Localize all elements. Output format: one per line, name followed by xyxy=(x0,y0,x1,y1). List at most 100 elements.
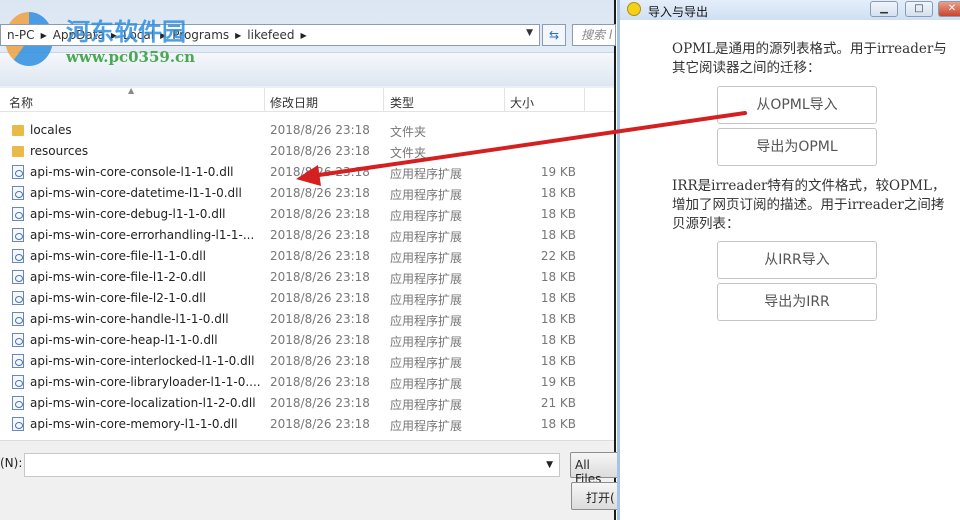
column-date[interactable]: 修改日期 xyxy=(270,94,318,111)
dll-file-icon xyxy=(12,270,24,284)
file-name: api-ms-win-core-datetime-l1-1-0.dll xyxy=(30,186,242,200)
filetype-select[interactable]: All Files xyxy=(570,452,620,486)
file-type: 应用程序扩展 xyxy=(390,251,463,265)
file-row[interactable]: api-ms-win-core-libraryloader-l1-1-0....… xyxy=(0,372,614,393)
file-name: api-ms-win-core-file-l1-1-0.dll xyxy=(30,249,206,263)
file-name: locales xyxy=(30,123,72,137)
file-date: 2018/8/26 23:18 xyxy=(270,249,370,263)
dll-file-icon xyxy=(12,207,24,221)
file-name: api-ms-win-core-memory-l1-1-0.dll xyxy=(30,417,238,431)
column-type[interactable]: 类型 xyxy=(390,94,414,111)
chevron-down-icon[interactable]: ▼ xyxy=(546,460,553,470)
minimize-icon[interactable]: ▁ xyxy=(870,1,898,17)
file-row[interactable]: api-ms-win-core-debug-l1-1-0.dll 2018/8/… xyxy=(0,204,614,225)
file-row[interactable]: api-ms-win-core-file-l1-1-0.dll 2018/8/2… xyxy=(0,246,614,267)
file-row[interactable]: api-ms-win-core-console-l1-1-0.dll 2018/… xyxy=(0,162,614,183)
dll-file-icon xyxy=(12,417,24,431)
close-icon[interactable]: ✕ xyxy=(938,1,960,17)
file-date: 2018/8/26 23:18 xyxy=(270,186,370,200)
file-type: 应用程序扩展 xyxy=(390,314,463,328)
dll-file-icon xyxy=(12,228,24,242)
file-name: api-ms-win-core-errorhandling-l1-1-... xyxy=(30,228,255,242)
irr-description: IRR是irreader特有的文件格式，较OPML，增加了网页订阅的描述。用于i… xyxy=(672,178,946,232)
file-name: api-ms-win-core-debug-l1-1-0.dll xyxy=(30,207,226,221)
file-row[interactable]: api-ms-win-core-localization-l1-2-0.dll … xyxy=(0,393,614,414)
import-opml-button[interactable]: 从OPML导入 xyxy=(717,86,877,124)
file-type: 应用程序扩展 xyxy=(390,398,463,412)
file-row[interactable]: api-ms-win-core-file-l1-2-0.dll 2018/8/2… xyxy=(0,267,614,288)
chevron-right-icon: ▶ xyxy=(300,30,307,40)
file-type: 文件夹 xyxy=(390,146,427,160)
chevron-right-icon: ▶ xyxy=(40,30,47,40)
dll-file-icon xyxy=(12,249,24,263)
file-date: 2018/8/26 23:18 xyxy=(270,417,370,431)
file-type: 应用程序扩展 xyxy=(390,419,463,433)
file-row[interactable]: api-ms-win-core-datetime-l1-1-0.dll 2018… xyxy=(0,183,614,204)
export-opml-button[interactable]: 导出为OPML xyxy=(717,128,877,166)
file-open-dialog: n-PC ▶ AppData ▶ Local ▶ Programs ▶ likefeed… xyxy=(0,0,621,520)
file-row[interactable]: resources 2018/8/26 23:18 文件夹 xyxy=(0,141,614,162)
file-row[interactable]: locales 2018/8/26 23:18 文件夹 xyxy=(0,120,614,141)
dll-file-icon xyxy=(12,333,24,347)
file-date: 2018/8/26 23:18 xyxy=(270,291,370,305)
dialog-titlebar: 导入与导出 ▁ □ ✕ xyxy=(620,0,960,20)
file-size: 18 KB xyxy=(540,186,576,200)
filename-input[interactable]: ▼ xyxy=(24,453,560,477)
file-row[interactable]: api-ms-win-core-errorhandling-l1-1-... 2… xyxy=(0,225,614,246)
watermark-url: www.pc0359.cn xyxy=(66,48,196,66)
open-button[interactable]: 打开( xyxy=(571,482,621,510)
file-type: 应用程序扩展 xyxy=(390,293,463,307)
breadcrumb-item[interactable]: n-PC xyxy=(7,28,35,42)
file-name: api-ms-win-core-console-l1-1-0.dll xyxy=(30,165,234,179)
file-type: 应用程序扩展 xyxy=(390,209,463,223)
file-name: api-ms-win-core-file-l2-1-0.dll xyxy=(30,291,206,305)
dialog-title: 导入与导出 xyxy=(648,5,709,19)
maximize-icon[interactable]: □ xyxy=(905,1,933,17)
column-name[interactable]: 名称 xyxy=(9,94,33,111)
column-size[interactable]: 大小 xyxy=(510,94,534,111)
import-irr-button[interactable]: 从IRR导入 xyxy=(717,241,877,279)
dll-file-icon xyxy=(12,291,24,305)
file-row[interactable]: api-ms-win-core-memory-l1-1-0.dll 2018/8… xyxy=(0,414,614,435)
opml-description: OPML是通用的源列表格式。用于irreader与其它阅读器之间的迁移： xyxy=(672,41,947,76)
file-name: api-ms-win-core-libraryloader-l1-1-0.... xyxy=(30,375,261,389)
dll-file-icon xyxy=(12,312,24,326)
export-irr-button[interactable]: 导出为IRR xyxy=(717,283,877,321)
app-icon xyxy=(627,2,641,16)
file-size: 18 KB xyxy=(540,354,576,368)
dll-file-icon xyxy=(12,354,24,368)
file-date: 2018/8/26 23:18 xyxy=(270,354,370,368)
file-size: 18 KB xyxy=(540,312,576,326)
file-name: resources xyxy=(30,144,89,158)
chevron-down-icon[interactable]: ▼ xyxy=(526,28,533,38)
file-size: 19 KB xyxy=(540,375,576,389)
file-row[interactable]: api-ms-win-core-file-l2-1-0.dll 2018/8/2… xyxy=(0,288,614,309)
file-type: 应用程序扩展 xyxy=(390,335,463,349)
search-input[interactable]: 搜索 l xyxy=(572,24,616,46)
breadcrumb-item[interactable]: likefeed xyxy=(247,28,294,42)
file-date: 2018/8/26 23:18 xyxy=(270,165,370,179)
dll-file-icon xyxy=(12,375,24,389)
filename-label: (N): xyxy=(0,456,23,470)
file-size: 21 KB xyxy=(540,396,576,410)
file-name: api-ms-win-core-localization-l1-2-0.dll xyxy=(30,396,256,410)
dll-file-icon xyxy=(12,186,24,200)
file-date: 2018/8/26 23:18 xyxy=(270,312,370,326)
file-size: 22 KB xyxy=(540,249,576,263)
file-size: 18 KB xyxy=(540,417,576,431)
file-row[interactable]: api-ms-win-core-heap-l1-1-0.dll 2018/8/2… xyxy=(0,330,614,351)
file-type: 应用程序扩展 xyxy=(390,272,463,286)
file-date: 2018/8/26 23:18 xyxy=(270,123,370,137)
refresh-button[interactable]: ⇆ xyxy=(542,24,566,46)
file-date: 2018/8/26 23:18 xyxy=(270,396,370,410)
file-row[interactable]: api-ms-win-core-interlocked-l1-1-0.dll 2… xyxy=(0,351,614,372)
file-size: 18 KB xyxy=(540,333,576,347)
file-row[interactable]: api-ms-win-core-handle-l1-1-0.dll 2018/8… xyxy=(0,309,614,330)
file-name: api-ms-win-core-heap-l1-1-0.dll xyxy=(30,333,218,347)
import-export-dialog: 导入与导出 ▁ □ ✕ OPML是通用的源列表格式。用于irreader与其它阅… xyxy=(617,0,960,520)
file-size: 18 KB xyxy=(540,270,576,284)
file-date: 2018/8/26 23:18 xyxy=(270,144,370,158)
file-size: 18 KB xyxy=(540,291,576,305)
file-date: 2018/8/26 23:18 xyxy=(270,270,370,284)
file-name: api-ms-win-core-handle-l1-1-0.dll xyxy=(30,312,229,326)
